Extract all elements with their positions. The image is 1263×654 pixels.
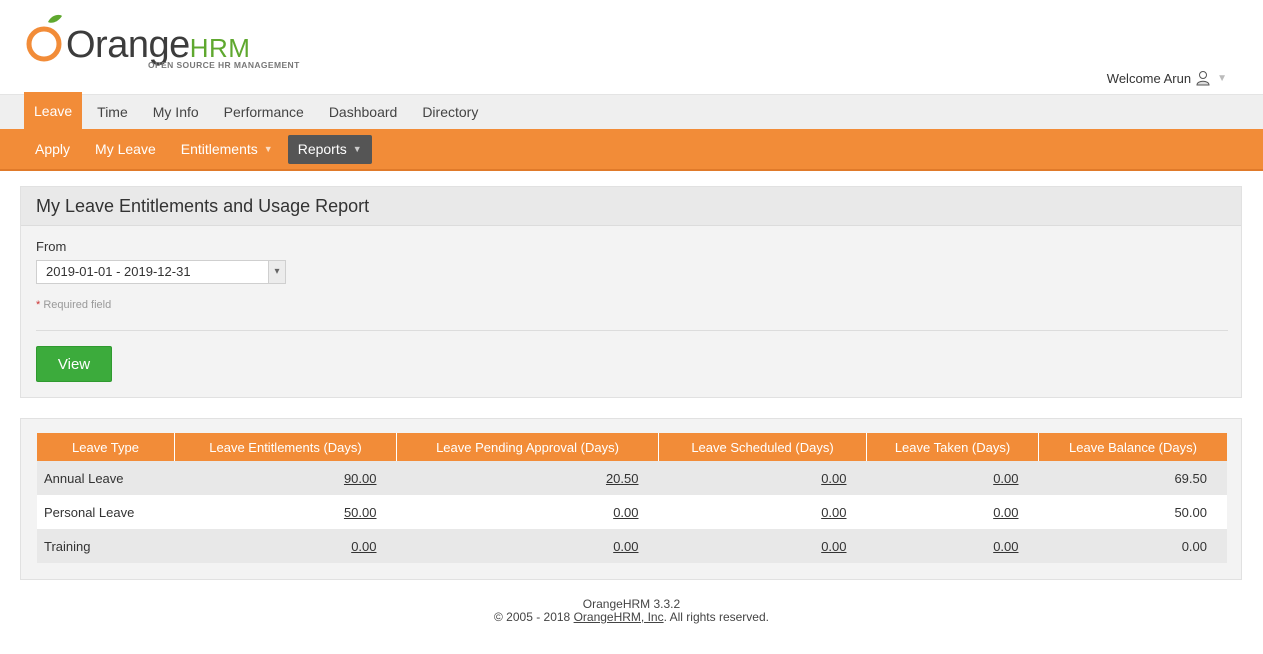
- main-menu-my-info[interactable]: My Info: [143, 95, 209, 130]
- scheduled-link[interactable]: 0.00: [821, 471, 846, 486]
- taken-link[interactable]: 0.00: [993, 471, 1018, 486]
- column-header: Leave Pending Approval (Days): [396, 433, 659, 461]
- column-header: Leave Balance (Days): [1038, 433, 1227, 461]
- welcome-menu[interactable]: Welcome Arun ▼: [1107, 70, 1227, 86]
- entitlements-link[interactable]: 90.00: [344, 471, 377, 486]
- period-select-value: 2019-01-01 - 2019-12-31: [46, 264, 191, 279]
- logo-tagline: OPEN SOURCE HR MANAGEMENT: [148, 60, 300, 70]
- chevron-down-icon: ▼: [352, 143, 362, 154]
- scheduled-link[interactable]: 0.00: [821, 539, 846, 554]
- footer-copyright: © 2005 - 2018 OrangeHRM, Inc. All rights…: [494, 610, 769, 624]
- header: OrangeHRM OPEN SOURCE HR MANAGEMENT Welc…: [0, 0, 1263, 94]
- chevron-down-icon: ▼: [263, 143, 273, 154]
- sub-menu: Apply My Leave Entitlements ▼ Reports ▼: [0, 129, 1263, 171]
- main-menu: Leave Time My Info Performance Dashboard…: [0, 92, 1263, 130]
- report-results-panel: Leave Type Leave Entitlements (Days) Lea…: [20, 418, 1242, 580]
- column-header: Leave Type: [37, 433, 175, 461]
- report-filter-panel: My Leave Entitlements and Usage Report F…: [20, 186, 1242, 398]
- taken-link[interactable]: 0.00: [993, 539, 1018, 554]
- main-menu-directory[interactable]: Directory: [412, 95, 488, 130]
- taken-link[interactable]: 0.00: [993, 505, 1018, 520]
- table-row: Personal Leave 50.00 0.00 0.00 0.00 50.0…: [37, 495, 1227, 529]
- sub-menu-reports[interactable]: Reports ▼: [287, 134, 372, 164]
- pending-link[interactable]: 20.50: [606, 471, 639, 486]
- main-menu-dashboard[interactable]: Dashboard: [319, 95, 408, 130]
- scheduled-link[interactable]: 0.00: [821, 505, 846, 520]
- welcome-text[interactable]: Welcome Arun: [1107, 71, 1191, 86]
- balance-cell: 0.00: [1038, 529, 1227, 563]
- page-title: My Leave Entitlements and Usage Report: [36, 196, 370, 216]
- column-header: Leave Scheduled (Days): [658, 433, 867, 461]
- company-link[interactable]: OrangeHRM, Inc: [574, 610, 664, 624]
- view-button[interactable]: View: [36, 346, 112, 382]
- sub-menu-my-leave[interactable]: My Leave: [85, 135, 166, 164]
- sub-menu-apply[interactable]: Apply: [25, 135, 80, 164]
- balance-cell: 50.00: [1038, 495, 1227, 529]
- column-header: Leave Entitlements (Days): [174, 433, 397, 461]
- entitlements-link[interactable]: 50.00: [344, 505, 377, 520]
- leave-type-cell: Personal Leave: [37, 495, 175, 529]
- table-row: Training 0.00 0.00 0.00 0.00 0.00: [37, 529, 1227, 563]
- panel-header: My Leave Entitlements and Usage Report: [21, 187, 1241, 226]
- footer: OrangeHRM 3.3.2 © 2005 - 2018 OrangeHRM,…: [0, 598, 1263, 624]
- orangehrm-logo[interactable]: OrangeHRM OPEN SOURCE HR MANAGEMENT: [24, 12, 324, 74]
- sub-menu-entitlements[interactable]: Entitlements ▼: [171, 135, 283, 164]
- main-menu-time[interactable]: Time: [87, 95, 138, 130]
- required-note: * Required field: [36, 299, 112, 311]
- leave-report-table: Leave Type Leave Entitlements (Days) Lea…: [37, 433, 1227, 563]
- main-menu-leave[interactable]: Leave: [24, 92, 83, 130]
- column-header: Leave Taken (Days): [866, 433, 1039, 461]
- chevron-down-icon[interactable]: ▼: [1217, 73, 1227, 84]
- main-menu-performance[interactable]: Performance: [214, 95, 314, 130]
- entitlements-link[interactable]: 0.00: [351, 539, 376, 554]
- logo-wordmark: OrangeHRM: [66, 24, 251, 66]
- from-label: From: [36, 239, 67, 254]
- balance-cell: 69.50: [1038, 461, 1227, 495]
- orange-fruit-icon: [26, 14, 62, 62]
- period-select[interactable]: 2019-01-01 - 2019-12-31 ▾: [36, 260, 286, 284]
- pending-link[interactable]: 0.00: [613, 505, 638, 520]
- table-row: Annual Leave 90.00 20.50 0.00 0.00 69.50: [37, 461, 1227, 495]
- chevron-down-icon[interactable]: ▾: [268, 261, 285, 283]
- leave-type-cell: Training: [37, 529, 175, 563]
- pending-link[interactable]: 0.00: [613, 539, 638, 554]
- leave-type-cell: Annual Leave: [37, 461, 175, 495]
- divider: [36, 330, 1228, 331]
- user-avatar-icon[interactable]: [1195, 70, 1211, 86]
